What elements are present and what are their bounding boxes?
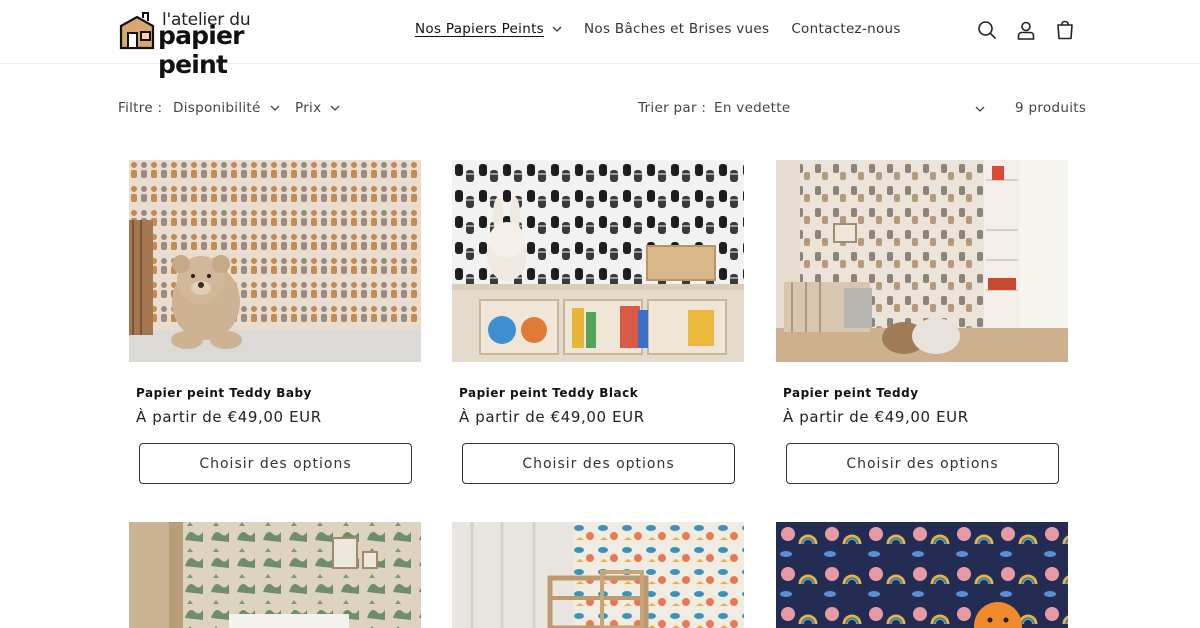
account-icon[interactable] [1015, 19, 1037, 41]
product-card[interactable] [129, 522, 421, 628]
choose-options-button[interactable]: Choisir des options [139, 443, 412, 484]
product-image[interactable] [129, 522, 421, 628]
nav-label: Nos Papiers Peints [415, 21, 544, 37]
filter-availability[interactable]: Disponibilité [173, 100, 280, 116]
site-header: l'atelier du papier peint Nos Papiers Pe… [0, 0, 1200, 79]
product-image[interactable] [776, 160, 1068, 362]
main-nav: Nos Papiers Peints Nos Bâches et Brises … [415, 21, 923, 37]
search-icon[interactable] [976, 19, 998, 41]
chevron-down-icon [270, 105, 280, 111]
product-price: À partir de €49,00 EUR [783, 408, 969, 426]
logo-house-icon [119, 12, 155, 50]
header-actions [976, 19, 1093, 41]
nav-item-baches[interactable]: Nos Bâches et Brises vues [584, 21, 769, 37]
product-title[interactable]: Papier peint Teddy Black [459, 386, 638, 400]
cart-icon[interactable] [1054, 19, 1076, 41]
product-image[interactable] [129, 160, 421, 362]
product-image[interactable] [452, 522, 744, 628]
product-image[interactable] [452, 160, 744, 362]
sort-label: Trier par : [638, 100, 707, 116]
product-count: 9 produits [1015, 100, 1087, 116]
product-title[interactable]: Papier peint Teddy Baby [136, 386, 312, 400]
choose-options-button[interactable]: Choisir des options [786, 443, 1059, 484]
product-card[interactable] [776, 522, 1068, 628]
filter-availability-label: Disponibilité [173, 100, 261, 116]
chevron-down-icon [330, 105, 340, 111]
product-image[interactable] [776, 522, 1068, 628]
product-price: À partir de €49,00 EUR [136, 408, 322, 426]
sort-value: En vedette [714, 100, 791, 116]
logo-line2: papier peint [158, 21, 245, 79]
filter-bar: Filtre : Disponibilité Prix Trier par : … [118, 100, 1086, 118]
nav-label: Nos Bâches et Brises vues [584, 21, 770, 37]
chevron-down-icon [975, 106, 985, 112]
filter-label: Filtre : [118, 100, 163, 116]
nav-item-contact[interactable]: Contactez-nous [791, 21, 900, 37]
filter-price-label: Prix [295, 100, 322, 116]
site-logo[interactable]: l'atelier du papier peint [118, 10, 318, 79]
nav-label: Contactez-nous [791, 21, 901, 37]
chevron-down-icon [552, 26, 562, 32]
product-price: À partir de €49,00 EUR [459, 408, 645, 426]
product-card[interactable] [452, 522, 744, 628]
sort-select[interactable]: En vedette [714, 100, 986, 116]
nav-item-papiers-peints[interactable]: Nos Papiers Peints [415, 21, 562, 37]
product-title[interactable]: Papier peint Teddy [783, 386, 919, 400]
filter-price[interactable]: Prix [295, 100, 340, 116]
choose-options-button[interactable]: Choisir des options [462, 443, 735, 484]
